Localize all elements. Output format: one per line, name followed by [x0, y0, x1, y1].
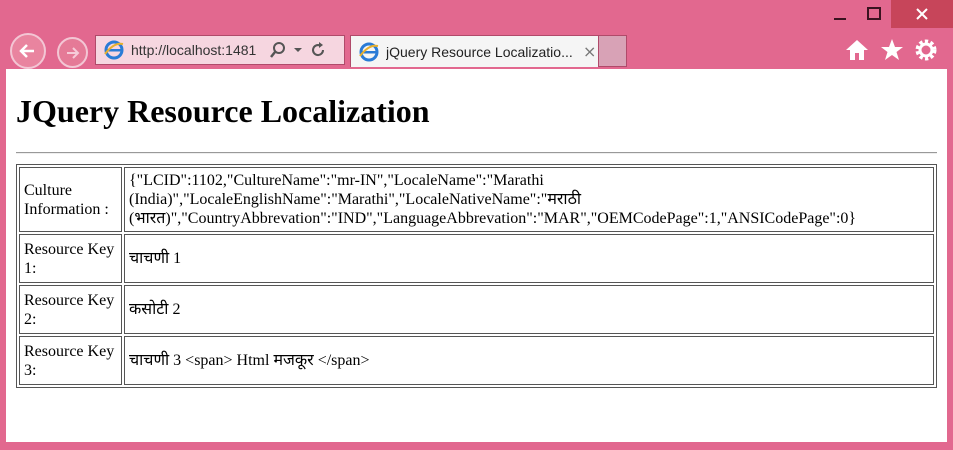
- row-key-1: Resource Key 1:: [19, 234, 122, 283]
- row-value-culture: {"LCID":1102,"CultureName":"mr-IN","Loca…: [124, 167, 934, 232]
- toolbar-icons: [844, 38, 938, 62]
- refresh-icon[interactable]: [309, 41, 327, 59]
- close-icon: [916, 8, 928, 20]
- window-controls: [823, 0, 953, 28]
- close-window-button[interactable]: [891, 0, 953, 28]
- row-key-3: Resource Key 3:: [19, 336, 122, 385]
- tab-title: jQuery Resource Localizatio...: [386, 43, 573, 60]
- tab-favicon-icon: [359, 42, 379, 61]
- minimize-button[interactable]: [823, 0, 857, 28]
- row-key-2: Resource Key 2:: [19, 285, 122, 334]
- new-tab-button[interactable]: [599, 35, 627, 67]
- favorites-star-icon[interactable]: [880, 38, 904, 62]
- maximize-button[interactable]: [857, 0, 891, 28]
- row-value-3: चाचणी 3 <span> Html मजकूर </span>: [124, 336, 934, 385]
- table-row: Resource Key 1: चाचणी 1: [19, 234, 934, 283]
- search-icon[interactable]: [269, 41, 287, 59]
- table-row: Resource Key 3: चाचणी 3 <span> Html मजकू…: [19, 336, 934, 385]
- back-arrow-icon: [19, 44, 34, 58]
- maximize-icon: [867, 7, 881, 20]
- address-bar[interactable]: http://localhost:1481: [95, 35, 345, 65]
- navigation-bar: http://localhost:1481 jQuery Resource Lo…: [0, 30, 953, 70]
- table-row: Culture Information : {"LCID":1102,"Cult…: [19, 167, 934, 232]
- row-value-2: कसोटी 2: [124, 285, 934, 334]
- ie-logo-icon: [104, 40, 124, 60]
- page-heading: JQuery Resource Localization: [16, 93, 430, 129]
- table-row: Resource Key 2: कसोटी 2: [19, 285, 934, 334]
- home-icon[interactable]: [844, 38, 870, 62]
- resource-table: Culture Information : {"LCID":1102,"Cult…: [16, 164, 937, 388]
- address-url[interactable]: http://localhost:1481: [131, 42, 269, 58]
- forward-arrow-icon: [66, 46, 79, 59]
- back-button[interactable]: [10, 33, 46, 69]
- settings-gear-icon[interactable]: [914, 38, 938, 62]
- row-key-culture: Culture Information :: [19, 167, 122, 232]
- tab-active[interactable]: jQuery Resource Localizatio... ×: [350, 35, 599, 67]
- divider: [16, 152, 937, 154]
- page-viewport[interactable]: JQuery Resource Localization Culture Inf…: [6, 69, 947, 442]
- row-value-1: चाचणी 1: [124, 234, 934, 283]
- minimize-icon: [834, 18, 846, 20]
- tab-close-icon[interactable]: ×: [583, 42, 596, 61]
- page-content: JQuery Resource Localization Culture Inf…: [6, 93, 947, 388]
- dropdown-arrow-icon[interactable]: [293, 41, 303, 59]
- forward-button[interactable]: [57, 37, 88, 68]
